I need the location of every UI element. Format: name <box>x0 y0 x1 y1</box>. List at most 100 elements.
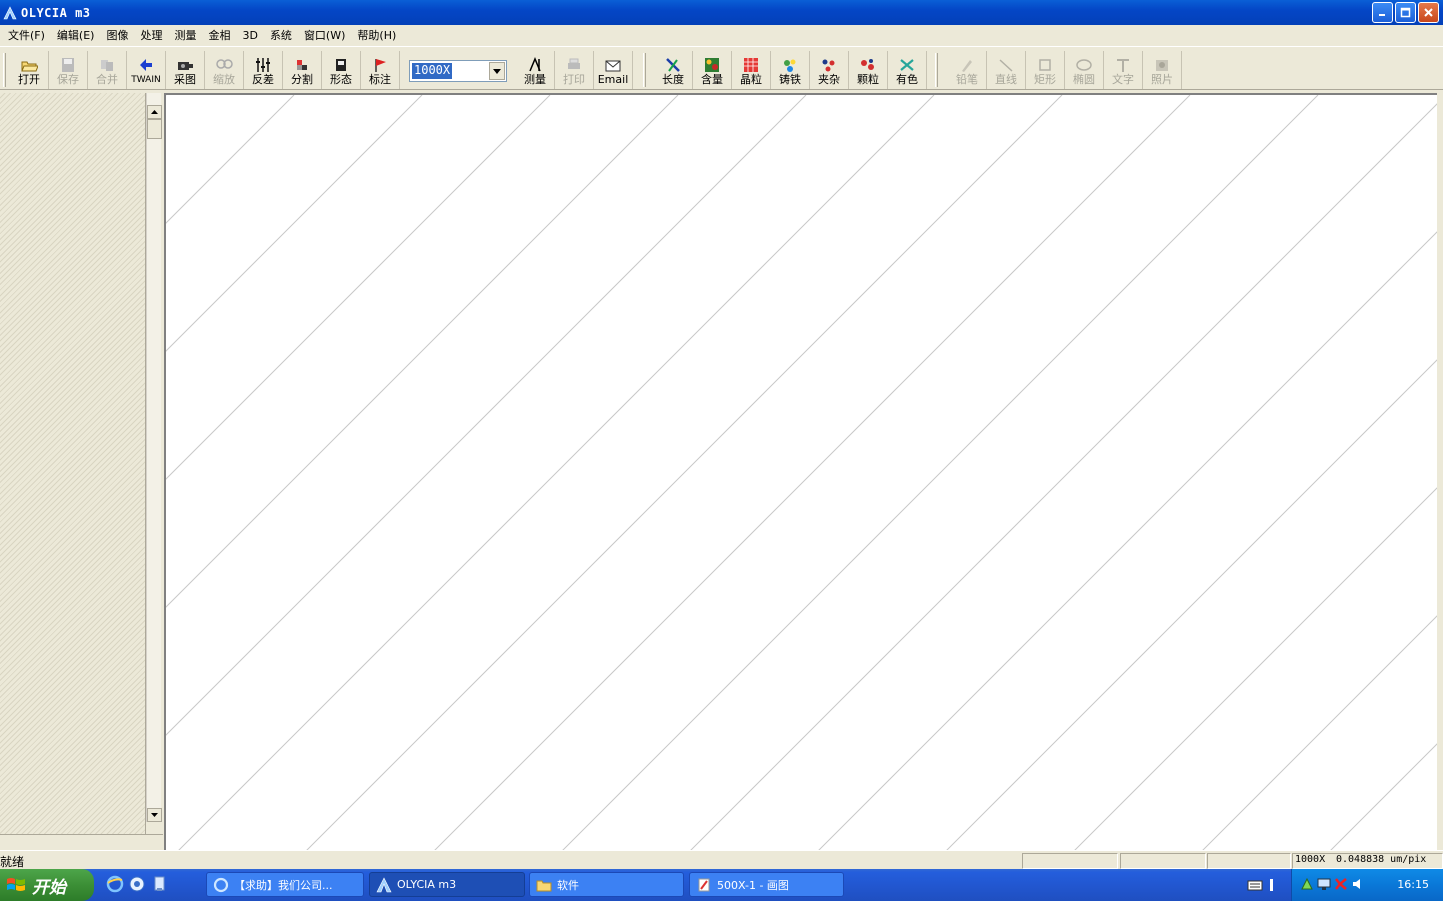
measure-icon <box>529 57 541 72</box>
pencil-button[interactable]: 铅笔 <box>948 51 987 89</box>
save-icon <box>62 58 74 72</box>
twain-button[interactable]: TWAIN <box>127 51 166 89</box>
zoom-button[interactable]: 缩放 <box>205 51 244 89</box>
ime-icon[interactable] <box>1268 878 1276 892</box>
task-label: 软件 <box>557 878 579 892</box>
ellipse-button[interactable]: 椭圆 <box>1065 51 1104 89</box>
volume-icon[interactable] <box>1351 877 1365 891</box>
ie-icon <box>213 877 229 892</box>
menu-process[interactable]: 处理 <box>134 27 168 43</box>
camera-icon <box>178 62 193 70</box>
task-olycia[interactable]: OLYCIA m3 <box>369 872 525 897</box>
toolbar-grip[interactable] <box>3 53 6 87</box>
outlook-icon[interactable] <box>128 875 146 893</box>
open-folder-icon <box>21 61 38 72</box>
toolbar-grip[interactable] <box>935 53 938 87</box>
olycia-app-icon <box>3 5 17 19</box>
start-label: 开始 <box>32 877 66 898</box>
window-title: OLYCIA m3 <box>21 5 91 20</box>
toolbar-button-label: 形态 <box>330 73 352 86</box>
toolbar-group-draw: 铅笔 直线 矩形 椭圆 文字 照片 <box>948 51 1182 89</box>
image-workspace[interactable] <box>164 93 1437 850</box>
segment-button[interactable]: 分割 <box>283 51 322 89</box>
hatch-line <box>946 359 1437 850</box>
menu-system[interactable]: 系统 <box>264 27 298 43</box>
scroll-thumb[interactable] <box>147 119 162 139</box>
toolbar-button-label: 晶粒 <box>740 73 762 86</box>
network-icon[interactable] <box>1300 877 1314 891</box>
toolbar-button-label: 照片 <box>1151 73 1173 86</box>
zoom-select[interactable]: 1000X <box>409 60 507 82</box>
flag-button[interactable]: 标注 <box>361 51 400 89</box>
status-scale: 0.048838 um/pix <box>1336 854 1427 865</box>
menu-file[interactable]: 文件(F) <box>2 27 51 43</box>
chevron-down-icon <box>151 813 158 817</box>
segment-icon <box>297 60 307 70</box>
camera-button[interactable]: 采图 <box>166 51 205 89</box>
menu-3d[interactable]: 3D <box>236 29 263 42</box>
toolbar-button-label: 打开 <box>18 73 40 86</box>
clock: 16:15 <box>1397 878 1429 891</box>
scroll-down-button[interactable] <box>147 808 162 822</box>
rectangle-button[interactable]: 矩形 <box>1026 51 1065 89</box>
desktop-icon[interactable] <box>150 875 168 893</box>
task-paint[interactable]: 500X-1 - 画图 <box>689 872 844 897</box>
chevron-down-icon <box>493 68 501 74</box>
folder-icon <box>536 880 552 891</box>
save-button[interactable]: 保存 <box>49 51 88 89</box>
toolbar-button-label: 椭圆 <box>1073 73 1095 86</box>
zoom-select-value: 1000X <box>412 63 453 79</box>
email-icon <box>605 60 621 72</box>
status-zoom: 1000X <box>1295 854 1326 865</box>
task-software-folder[interactable]: 软件 <box>529 872 684 897</box>
panel-footer <box>0 834 163 850</box>
particle-button[interactable]: 颗粒 <box>849 51 888 89</box>
close-button[interactable] <box>1418 2 1439 23</box>
measure-button[interactable]: 测量 <box>516 51 555 89</box>
cast-iron-button[interactable]: 铸铁 <box>771 51 810 89</box>
grain-button[interactable]: 晶粒 <box>732 51 771 89</box>
menu-image[interactable]: 图像 <box>100 27 134 43</box>
morphology-button[interactable]: 形态 <box>322 51 361 89</box>
ie-icon[interactable] <box>106 875 124 893</box>
zoom-icon <box>216 59 233 69</box>
image-list-panel[interactable] <box>0 93 146 834</box>
zoom-dropdown-button[interactable] <box>489 62 505 80</box>
ellipse-icon <box>1076 59 1092 71</box>
keyboard-icon[interactable] <box>1247 878 1263 892</box>
text-button[interactable]: 文字 <box>1104 51 1143 89</box>
inclusion-button[interactable]: 夹杂 <box>810 51 849 89</box>
hatch-line <box>166 95 679 608</box>
contrast-button[interactable]: 反差 <box>244 51 283 89</box>
task-label: OLYCIA m3 <box>397 878 457 891</box>
line-button[interactable]: 直线 <box>987 51 1026 89</box>
text-icon <box>1117 59 1129 72</box>
menu-metallography[interactable]: 金相 <box>202 27 236 43</box>
line-icon <box>999 59 1013 72</box>
menu-bar: 文件(F) 编辑(E) 图像 处理 测量 金相 3D 系统 窗口(W) 帮助(H… <box>0 25 1443 45</box>
antivirus-icon[interactable] <box>1334 877 1348 891</box>
maximize-button[interactable] <box>1395 2 1416 23</box>
content-button[interactable]: 含量 <box>693 51 732 89</box>
length-button[interactable]: 长度 <box>654 51 693 89</box>
menu-measure[interactable]: 测量 <box>168 27 202 43</box>
open-folder-button[interactable]: 打开 <box>10 51 49 89</box>
nonferrous-button[interactable]: 有色 <box>888 51 927 89</box>
toolbar-button-label: 反差 <box>252 73 274 86</box>
task-forum-page[interactable]: 【求助】我们公司... <box>206 872 364 897</box>
hatch-line <box>166 95 295 224</box>
scroll-up-button[interactable] <box>147 105 162 119</box>
workspace-right-edge <box>1437 93 1443 850</box>
start-button[interactable]: 开始 <box>0 869 94 901</box>
minimize-button[interactable] <box>1372 2 1393 23</box>
monitor-icon[interactable] <box>1317 877 1331 891</box>
merge-button[interactable]: 合并 <box>88 51 127 89</box>
photo-button[interactable]: 照片 <box>1143 51 1182 89</box>
menu-help[interactable]: 帮助(H) <box>351 27 402 43</box>
print-button[interactable]: 打印 <box>555 51 594 89</box>
image-list-scrollbar[interactable] <box>146 93 162 822</box>
toolbar-grip[interactable] <box>643 53 646 87</box>
menu-edit[interactable]: 编辑(E) <box>51 27 101 43</box>
menu-window[interactable]: 窗口(W) <box>298 27 351 43</box>
email-button[interactable]: Email <box>594 51 633 89</box>
